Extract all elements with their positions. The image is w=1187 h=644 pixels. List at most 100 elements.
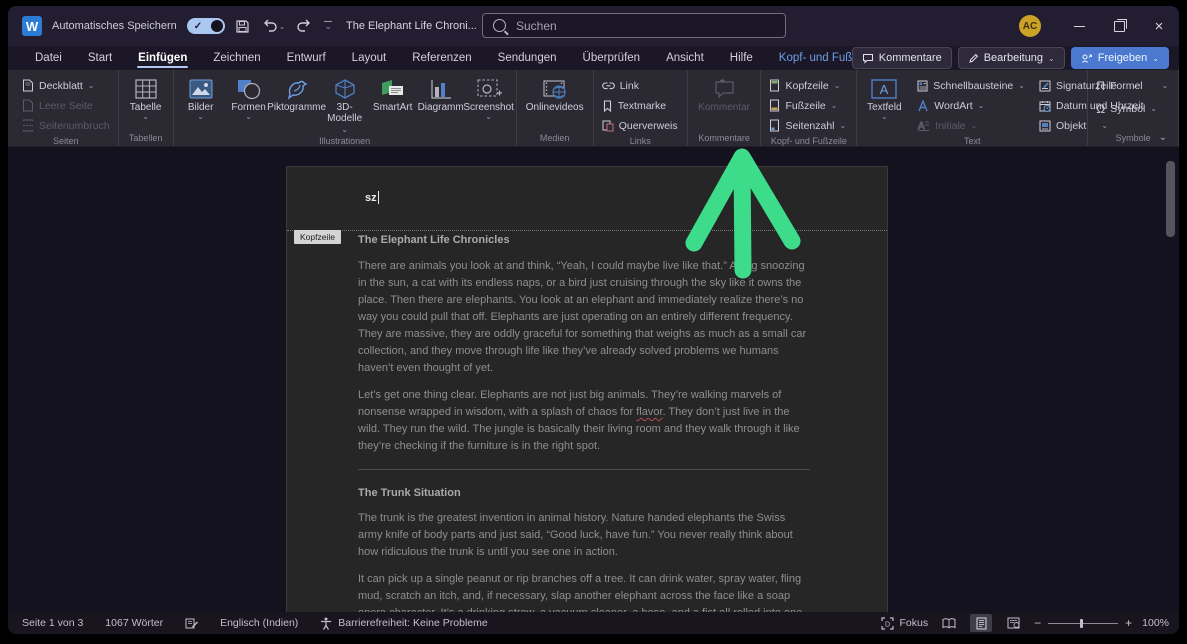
smartart-button[interactable]: SmartArt bbox=[370, 74, 416, 113]
minimize-button[interactable] bbox=[1059, 6, 1099, 46]
search-box[interactable] bbox=[482, 13, 786, 38]
tab-datei[interactable]: Datei bbox=[22, 48, 75, 68]
language-indicator[interactable]: Englisch (Indien) bbox=[220, 617, 298, 629]
piktogramme-button[interactable]: Piktogramme bbox=[274, 74, 320, 113]
tab-start[interactable]: Start bbox=[75, 48, 125, 68]
kopfzeile-button[interactable]: Kopfzeile⌄ bbox=[765, 76, 850, 95]
print-layout-view-icon[interactable] bbox=[970, 614, 992, 632]
focus-mode-button[interactable]: D Fokus bbox=[881, 617, 929, 630]
tab-einfuegen[interactable]: Einfügen bbox=[125, 48, 200, 68]
chevron-down-icon: ⌄ bbox=[88, 81, 95, 90]
proofing-icon[interactable] bbox=[185, 617, 198, 630]
shapes-icon bbox=[236, 76, 262, 102]
close-button[interactable]: × bbox=[1139, 6, 1179, 46]
accessibility-status[interactable]: Barrierefreiheit: Keine Probleme bbox=[320, 617, 487, 630]
svg-text:D: D bbox=[884, 621, 889, 628]
document-body[interactable]: The Elephant Life Chronicles There are a… bbox=[358, 233, 810, 612]
date-time-icon bbox=[1039, 100, 1051, 112]
screenshot-stage: W Automatisches Speichern ✓ ⌄ ⌄ The Elep… bbox=[0, 0, 1187, 644]
chevron-down-icon: ⌄ bbox=[279, 22, 286, 31]
fusszeile-button[interactable]: Fußzeile⌄ bbox=[765, 96, 850, 115]
vertical-scrollbar[interactable] bbox=[1166, 161, 1175, 237]
formen-button[interactable]: Formen ⌄ bbox=[226, 74, 272, 121]
page-indicator[interactable]: Seite 1 von 3 bbox=[22, 617, 83, 629]
kommentar-button: Kommentar bbox=[694, 74, 754, 113]
autosave-label: Automatisches Speichern bbox=[52, 20, 177, 32]
undo-icon[interactable]: ⌄ bbox=[262, 19, 286, 33]
ribbon-group-links: Link Textmarke Querverweis Links bbox=[594, 70, 688, 146]
share-button[interactable]: Freigeben ⌄ bbox=[1071, 47, 1169, 69]
document-canvas: sz Kopfzeile The Elephant Life Chronicle… bbox=[8, 147, 1179, 612]
seitenzahl-button[interactable]: Seitenzahl⌄ bbox=[765, 116, 850, 135]
zoom-out-icon[interactable]: − bbox=[1034, 616, 1041, 630]
word-count[interactable]: 1067 Wörter bbox=[105, 617, 163, 629]
link-button[interactable]: Link bbox=[598, 76, 682, 95]
restore-button[interactable] bbox=[1099, 6, 1139, 46]
screenshot-button[interactable]: Screenshot ⌄ bbox=[466, 74, 512, 121]
word-logo-icon[interactable]: W bbox=[22, 16, 42, 36]
ribbon-group-seiten: Deckblatt⌄ Leere Seite Seitenumbruch Sei… bbox=[14, 70, 119, 146]
accessibility-icon bbox=[320, 617, 332, 630]
header-tag: Kopfzeile bbox=[294, 230, 341, 244]
zoom-level[interactable]: 100% bbox=[1142, 617, 1169, 629]
focus-icon: D bbox=[881, 617, 894, 630]
diagramm-button[interactable]: Diagramm bbox=[418, 74, 464, 113]
table-icon bbox=[134, 76, 158, 102]
icons-bird-icon bbox=[285, 76, 309, 102]
toolbar-overflow-icon[interactable]: ⌄ bbox=[324, 21, 332, 31]
tab-referenzen[interactable]: Referenzen bbox=[399, 48, 484, 68]
schnellbausteine-button[interactable]: Schnellbausteine⌄ bbox=[913, 76, 1029, 95]
autosave-toggle[interactable]: ✓ bbox=[187, 18, 225, 34]
bilder-button[interactable]: Bilder ⌄ bbox=[178, 74, 224, 121]
chevron-down-icon: ⌄ bbox=[834, 81, 841, 90]
document-page[interactable]: sz Kopfzeile The Elephant Life Chronicle… bbox=[287, 167, 887, 612]
symbol-label: Symbol bbox=[1110, 103, 1145, 115]
collapse-ribbon-icon[interactable]: ⌄ bbox=[1159, 132, 1167, 143]
header-text[interactable]: sz bbox=[365, 191, 379, 204]
comments-button[interactable]: Kommentare bbox=[852, 47, 952, 69]
3d-modelle-button[interactable]: 3D-Modelle ⌄ bbox=[322, 74, 368, 135]
schnellbausteine-label: Schnellbausteine bbox=[933, 80, 1013, 92]
zoom-track[interactable] bbox=[1048, 623, 1118, 624]
editing-label: Bearbeitung bbox=[984, 52, 1043, 64]
tab-hilfe[interactable]: Hilfe bbox=[717, 48, 766, 68]
ribbon-group-kopf-und-fusszeile: Kopfzeile⌄ Fußzeile⌄ Seitenzahl⌄ Kopf- u… bbox=[761, 70, 857, 146]
chart-icon bbox=[430, 76, 452, 102]
quick-parts-icon bbox=[917, 80, 928, 92]
equation-icon: Π bbox=[1096, 80, 1105, 92]
zoom-in-icon[interactable]: + bbox=[1125, 616, 1132, 630]
chevron-down-icon: ⌄ bbox=[1048, 54, 1055, 63]
tabelle-button[interactable]: Tabelle ⌄ bbox=[123, 74, 169, 121]
header-icon bbox=[769, 79, 780, 92]
onlinevideos-button[interactable]: Onlinevideos bbox=[522, 74, 588, 113]
header-edit-area[interactable]: sz bbox=[287, 167, 887, 231]
tab-ansicht[interactable]: Ansicht bbox=[653, 48, 717, 68]
search-input[interactable] bbox=[514, 18, 775, 34]
ribbon-group-text: A Textfeld ⌄ Schnellbausteine⌄ WordArt⌄ bbox=[857, 70, 1088, 146]
tab-entwurf[interactable]: Entwurf bbox=[274, 48, 339, 68]
formel-label: Formel bbox=[1110, 80, 1143, 92]
group-label-kommentare: Kommentare bbox=[692, 132, 757, 146]
zoom-slider[interactable]: − + bbox=[1034, 616, 1132, 630]
tab-sendungen[interactable]: Sendungen bbox=[485, 48, 570, 68]
editing-button[interactable]: Bearbeitung ⌄ bbox=[958, 47, 1065, 69]
tab-zeichnen[interactable]: Zeichnen bbox=[200, 48, 273, 68]
save-icon[interactable] bbox=[235, 19, 250, 34]
web-layout-view-icon[interactable] bbox=[1002, 614, 1024, 632]
comment-plus-icon bbox=[712, 76, 736, 102]
redo-icon[interactable] bbox=[297, 19, 312, 33]
textmarke-button[interactable]: Textmarke bbox=[598, 96, 682, 115]
quick-access-toolbar: ⌄ ⌄ bbox=[235, 19, 332, 34]
tab-ueberpruefen[interactable]: Überprüfen bbox=[570, 48, 654, 68]
textfeld-button[interactable]: A Textfeld ⌄ bbox=[861, 74, 907, 121]
querverweis-button[interactable]: Querverweis bbox=[598, 116, 682, 135]
avatar[interactable]: AC bbox=[1019, 15, 1041, 37]
ribbon-group-illustrationen: Bilder ⌄ Formen ⌄ Piktogramme bbox=[174, 70, 517, 146]
formel-button[interactable]: Π Formel⌄ bbox=[1092, 76, 1172, 95]
tab-layout[interactable]: Layout bbox=[339, 48, 400, 68]
symbol-button[interactable]: Ω Symbol⌄ bbox=[1092, 99, 1172, 118]
read-mode-view-icon[interactable] bbox=[938, 614, 960, 632]
zoom-thumb[interactable] bbox=[1080, 619, 1083, 628]
wordart-button[interactable]: WordArt⌄ bbox=[913, 96, 1029, 115]
deckblatt-button[interactable]: Deckblatt⌄ bbox=[18, 76, 114, 95]
